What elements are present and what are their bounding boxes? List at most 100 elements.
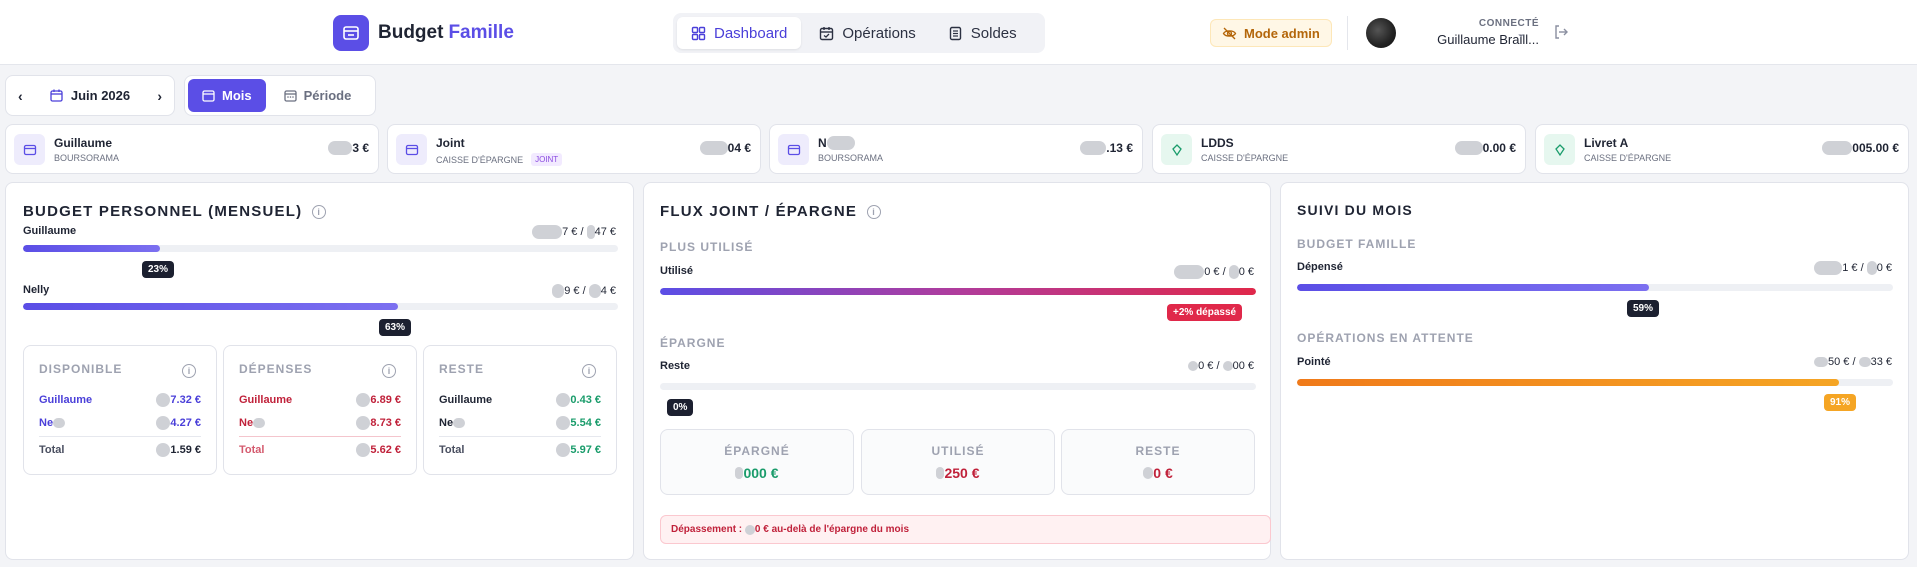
progress-track [23, 303, 618, 310]
progress-track [1297, 379, 1893, 386]
alert-text: 0 € au-delà de l'épargne du mois [754, 524, 910, 535]
chevron-down-icon[interactable]: ⌄ [1516, 26, 1526, 40]
tab-operations[interactable]: Opérations [805, 17, 929, 49]
chevron-right-icon[interactable]: › [157, 88, 162, 104]
box-title: UTILISÉ [931, 444, 985, 458]
account-balance: .13 € [1106, 141, 1133, 155]
account-bank: CAISSE D'ÉPARGNE [1201, 153, 1289, 163]
amount-separator: / [580, 226, 584, 238]
logout-icon[interactable] [1552, 23, 1570, 44]
row-value: 4.27 € [170, 417, 201, 429]
account-bank: CAISSE D'ÉPARGNE [436, 154, 524, 165]
row-label: Guillaume [439, 394, 493, 406]
progress-fill [23, 303, 398, 310]
wallet-icon [396, 134, 427, 165]
total-label: Total [39, 444, 65, 456]
account-bank: BOURSORAMA [54, 153, 120, 163]
progress-fill [23, 245, 160, 252]
mode-range-label: Période [303, 88, 352, 103]
top-bar: Budget Famille Dashboard Opérations Solde… [0, 0, 1917, 65]
row-label: Guillaume [39, 394, 93, 406]
info-icon[interactable]: i [182, 364, 196, 378]
savings-icon [1161, 134, 1192, 165]
account-bank: CAISSE D'ÉPARGNE [1584, 153, 1672, 163]
info-icon[interactable]: i [382, 364, 396, 378]
panel-title: BUDGET PERSONNEL (MENSUEL) [23, 203, 303, 220]
account-balance: 005.00 € [1852, 141, 1899, 155]
section-label: ÉPARGNE [660, 336, 726, 350]
mode-range-button[interactable]: Période [270, 79, 366, 112]
tab-operations-label: Opérations [842, 24, 916, 42]
brand-name: Budget [378, 22, 444, 43]
pointed-label: Pointé [1297, 356, 1331, 368]
panel-title: FLUX JOINT / ÉPARGNE [660, 203, 858, 220]
total-label: Total [239, 444, 265, 456]
box-title: ÉPARGNÉ [724, 444, 790, 458]
avatar[interactable] [1366, 18, 1396, 48]
row-value: 7.32 € [170, 394, 201, 406]
amount-separator: / [1222, 266, 1226, 278]
account-tag: JOINT [531, 153, 563, 166]
chevron-left-icon[interactable]: ‹ [18, 88, 23, 104]
account-balance: 0.00 € [1482, 141, 1516, 155]
monthly-tracking-panel: SUIVI DU MOIS BUDGET FAMILLE Dépensé 1 €… [1280, 182, 1909, 560]
rest-label: Reste [660, 360, 690, 372]
mode-month-label: Mois [222, 88, 252, 103]
row-label: Ne [239, 417, 254, 429]
account-card[interactable]: Joint CAISSE D'ÉPARGNE JOINT 04 € [387, 124, 761, 174]
box-value: 000 € [743, 465, 779, 481]
tab-soldes-label: Soldes [970, 24, 1017, 42]
spent-amount: 1 € [1842, 262, 1858, 274]
joint-flow-panel: FLUX JOINT / ÉPARGNE i PLUS UTILISÉ Utili… [643, 182, 1271, 560]
pointed-amount: 50 € [1827, 356, 1850, 368]
percent-badge: 63% [379, 319, 412, 336]
tab-dashboard-label: Dashboard [714, 24, 788, 42]
card-title: DISPONIBLE [39, 362, 123, 376]
account-balance: 04 € [727, 141, 751, 155]
card-title: DÉPENSES [239, 362, 313, 376]
eye-off-icon [1222, 27, 1237, 39]
period-selector: ‹ Juin 2026 › [5, 75, 175, 116]
spent-label: Dépensé [1297, 261, 1343, 273]
account-card[interactable]: LDDS CAISSE D'ÉPARGNE 0.00 € [1152, 124, 1526, 174]
progress-track [660, 288, 1256, 295]
amount-separator: / [1852, 356, 1856, 368]
tab-dashboard[interactable]: Dashboard [677, 17, 802, 49]
info-icon[interactable]: i [867, 204, 882, 219]
tab-soldes[interactable]: Soldes [934, 17, 1031, 49]
percent-badge: 0% [667, 399, 694, 416]
row-label: Ne [39, 417, 54, 429]
budget-amount: 47 € [594, 226, 616, 238]
account-card[interactable]: Livret A CAISSE D'ÉPARGNE 005.00 € [1535, 124, 1909, 174]
ledger-icon [949, 26, 961, 40]
total-value: 5.62 € [370, 444, 401, 456]
percent-badge: 23% [142, 261, 175, 278]
admin-mode-label: Mode admin [1244, 25, 1320, 41]
total-value: 5.97 € [570, 444, 601, 456]
account-name: N [818, 136, 827, 150]
account-card[interactable]: N BOURSORAMA .13 € [769, 124, 1143, 174]
calendar-icon [202, 90, 215, 102]
admin-mode-toggle[interactable]: Mode admin [1210, 19, 1332, 47]
info-icon[interactable]: i [312, 204, 327, 219]
mode-month-button[interactable]: Mois [188, 79, 266, 112]
brand[interactable]: Budget Famille [333, 15, 514, 51]
wallet-icon [333, 15, 369, 51]
pointed-budget: 33 € [1870, 356, 1892, 368]
account-card[interactable]: Guillaume BOURSORAMA 3 € [5, 124, 379, 174]
account-balance: 3 € [352, 141, 369, 155]
total-value: 1.59 € [170, 444, 201, 456]
main-nav: Dashboard Opérations Soldes [673, 13, 1045, 53]
dashboard-icon [691, 26, 706, 40]
total-label: Total [439, 444, 465, 456]
progress-track [1297, 284, 1893, 291]
rest-budget: 00 € [1232, 360, 1254, 372]
info-icon[interactable]: i [582, 364, 596, 378]
section-label: BUDGET FAMILLE [1297, 237, 1417, 251]
row-value: 5.54 € [570, 417, 601, 429]
used-box: UTILISÉ 250 € [861, 429, 1055, 495]
box-title: RESTE [1135, 444, 1181, 458]
used-amount: 0 € [1204, 266, 1220, 278]
budget-amount: 4 € [600, 285, 616, 297]
wallet-icon [14, 134, 45, 165]
